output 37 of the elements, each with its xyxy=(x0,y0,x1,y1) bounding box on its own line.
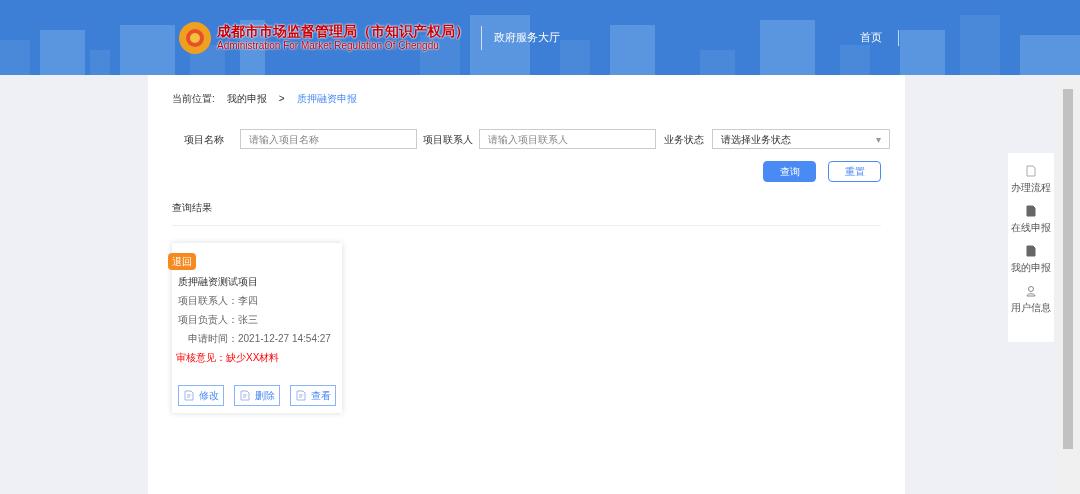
card-title: 质押融资测试项目 xyxy=(178,275,259,289)
nav-link[interactable]: 首页 xyxy=(860,29,882,46)
document-icon xyxy=(1026,165,1036,177)
logo-icon xyxy=(177,19,213,56)
card-action-button[interactable]: 查看 xyxy=(290,385,336,406)
side-menu-item[interactable]: 我的申报 xyxy=(1011,245,1051,275)
text-field[interactable]: 请输入项目联系人 xyxy=(479,129,656,149)
agency-title: 成都市市场监督管理局（市知识产权局） xyxy=(217,22,469,40)
portal-title: 政府服务大厅 xyxy=(494,30,560,46)
card-field: 项目联系人：李四 xyxy=(178,293,336,308)
side-menu-item[interactable]: 办理流程 xyxy=(1011,165,1051,195)
side-menu-item[interactable]: 在线申报 xyxy=(1011,205,1051,235)
agency-subtitle: Administration For Market Regulation Of Chengdu xyxy=(217,40,440,53)
user-icon xyxy=(1026,285,1036,297)
filter-label: 项目联系人 xyxy=(423,132,474,147)
filter-label: 业务状态 xyxy=(664,132,705,147)
card-field: 申请时间：2021-12-27 14:54:27 xyxy=(178,331,336,346)
breadcrumb-separator: > xyxy=(278,92,285,106)
filter-label: 项目名称 xyxy=(184,132,225,147)
status-select[interactable]: 请选择业务状态 ▾ xyxy=(712,129,890,149)
card-action-button[interactable]: 删除 xyxy=(234,385,280,406)
caret-icon: ▾ xyxy=(876,131,881,147)
document-icon xyxy=(239,390,250,401)
status-badge: 退回 xyxy=(168,253,196,270)
card-action-button[interactable]: 修改 xyxy=(178,385,224,406)
action-button[interactable]: 查询 xyxy=(763,161,816,182)
side-menu-item[interactable]: 用户信息 xyxy=(1011,285,1051,315)
breadcrumb-link[interactable]: 质押融资申报 xyxy=(296,91,357,106)
document-icon xyxy=(295,390,306,401)
results-title: 查询结果 xyxy=(172,202,212,213)
card-field: 项目负责人：张三 xyxy=(178,312,336,327)
action-button[interactable]: 重置 xyxy=(828,161,881,182)
document-icon xyxy=(183,390,194,401)
breadcrumb-label: 当前位置: xyxy=(172,92,215,106)
text-field[interactable]: 请输入项目名称 xyxy=(240,129,417,149)
breadcrumb-link[interactable]: 我的申报 xyxy=(226,91,267,106)
review-remark: 审核意见：缺少XX材料 xyxy=(176,351,281,365)
